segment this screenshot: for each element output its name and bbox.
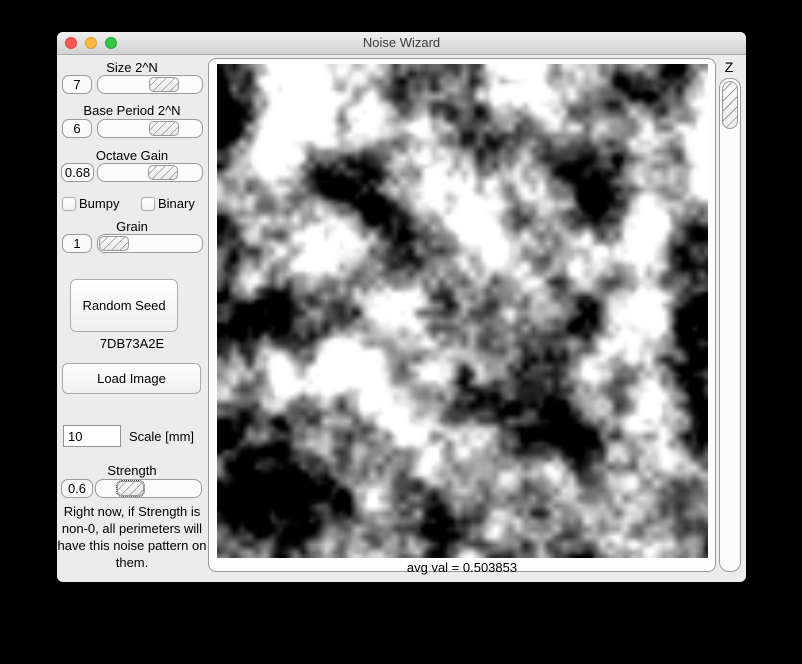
random-seed-button[interactable]: Random Seed: [70, 279, 178, 332]
strength-slider-thumb[interactable]: [117, 481, 144, 496]
bumpy-checkbox[interactable]: [62, 197, 76, 211]
size-slider[interactable]: [97, 75, 203, 94]
noise-wizard-window: Noise Wizard Size 2^N 7 Base Period 2^N …: [57, 32, 746, 582]
base-period-label: Base Period 2^N: [57, 103, 207, 118]
grain-slider[interactable]: [97, 234, 203, 253]
base-period-slider[interactable]: [97, 119, 203, 138]
window-title: Noise Wizard: [57, 32, 746, 54]
z-slider-thumb[interactable]: [722, 81, 738, 129]
strength-slider[interactable]: [95, 479, 202, 498]
scale-input[interactable]: [63, 425, 121, 447]
titlebar[interactable]: Noise Wizard: [57, 32, 746, 55]
checkbox-row: Bumpy Binary: [57, 196, 207, 212]
octave-gain-label: Octave Gain: [57, 148, 207, 163]
size-slider-thumb[interactable]: [149, 77, 179, 92]
base-period-value-field[interactable]: 6: [62, 119, 92, 138]
grain-label: Grain: [57, 219, 207, 234]
z-axis-label: Z: [717, 59, 741, 75]
grain-value-field[interactable]: 1: [62, 234, 92, 253]
size-label: Size 2^N: [57, 60, 207, 75]
strength-value-field[interactable]: 0.6: [61, 479, 93, 498]
strength-label: Strength: [57, 463, 207, 478]
load-image-button[interactable]: Load Image: [62, 363, 201, 394]
strength-note: Right now, if Strength is non-0, all per…: [56, 503, 208, 571]
scale-label: Scale [mm]: [129, 429, 194, 444]
grain-slider-thumb[interactable]: [99, 236, 129, 251]
octave-gain-slider[interactable]: [97, 163, 203, 182]
size-value-field[interactable]: 7: [62, 75, 92, 94]
desktop: { "window": { "title": "Noise Wizard" },…: [0, 0, 802, 664]
avg-value-label: avg val = 0.503853: [209, 560, 715, 575]
bumpy-checkbox-label[interactable]: Bumpy: [79, 196, 119, 211]
binary-checkbox[interactable]: [141, 197, 155, 211]
binary-checkbox-label[interactable]: Binary: [158, 196, 195, 211]
seed-value: 7DB73A2E: [57, 336, 207, 351]
octave-gain-slider-thumb[interactable]: [148, 165, 178, 180]
z-slider[interactable]: [719, 78, 741, 572]
octave-gain-value-field[interactable]: 0.68: [61, 163, 94, 182]
noise-preview-panel: avg val = 0.503853: [208, 58, 716, 572]
base-period-slider-thumb[interactable]: [149, 121, 179, 136]
noise-preview-canvas: [217, 64, 708, 558]
